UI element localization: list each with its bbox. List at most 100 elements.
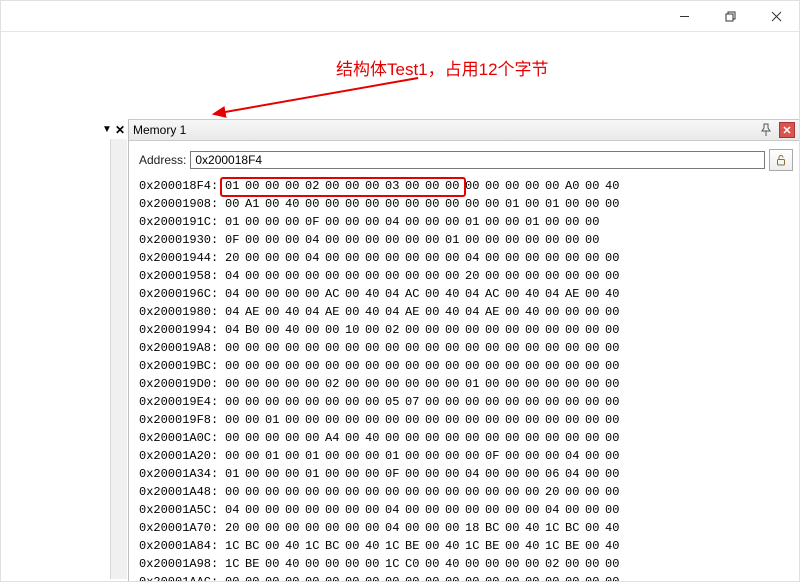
memory-byte: 00 — [402, 231, 422, 249]
memory-byte: 00 — [342, 483, 362, 501]
memory-byte: 40 — [362, 537, 382, 555]
memory-byte: 00 — [362, 573, 382, 581]
memory-byte: 00 — [362, 339, 382, 357]
tool-dropdown-icon[interactable]: ▼ — [102, 123, 112, 137]
annotation-overlay: 结构体Test1，占用12个字节 — [129, 31, 799, 119]
memory-byte: 00 — [562, 357, 582, 375]
memory-byte: 00 — [502, 177, 522, 195]
left-scrollbar[interactable] — [110, 139, 127, 579]
memory-byte: 00 — [582, 447, 602, 465]
memory-byte: 04 — [382, 285, 402, 303]
memory-byte: BE — [402, 537, 422, 555]
memory-byte: 00 — [402, 465, 422, 483]
pin-button[interactable] — [759, 123, 773, 137]
memory-byte: 00 — [262, 537, 282, 555]
memory-byte: 00 — [402, 483, 422, 501]
memory-byte: 00 — [342, 195, 362, 213]
memory-byte: 00 — [402, 447, 422, 465]
minimize-button[interactable] — [661, 1, 707, 31]
memory-byte: 06 — [542, 465, 562, 483]
memory-byte: 00 — [582, 465, 602, 483]
memory-byte: 00 — [602, 375, 622, 393]
memory-byte: 00 — [542, 339, 562, 357]
memory-byte: 00 — [222, 339, 242, 357]
pane-close-button[interactable] — [779, 122, 795, 138]
memory-byte: 00 — [242, 177, 262, 195]
memory-byte: 00 — [282, 375, 302, 393]
memory-row: 0x20001A0C:0000000000A400400000000000000… — [139, 429, 793, 447]
memory-byte: 00 — [582, 285, 602, 303]
memory-byte: 00 — [402, 249, 422, 267]
memory-byte: 00 — [582, 429, 602, 447]
memory-address: 0x20001AAC: — [139, 573, 218, 581]
memory-byte: 00 — [562, 249, 582, 267]
memory-byte: 00 — [602, 411, 622, 429]
memory-byte: 00 — [562, 375, 582, 393]
memory-byte: 00 — [322, 519, 342, 537]
memory-byte: BE — [242, 555, 262, 573]
memory-byte: 00 — [462, 411, 482, 429]
memory-byte: 00 — [362, 393, 382, 411]
memory-row: 0x20001AAC:00000000000000000000000000000… — [139, 573, 793, 581]
lock-button[interactable] — [769, 149, 793, 171]
memory-byte: 00 — [542, 393, 562, 411]
memory-byte: 00 — [402, 429, 422, 447]
memory-row: 0x2000196C:0400000000AC004004AC004004AC0… — [139, 285, 793, 303]
memory-address: 0x200019BC: — [139, 357, 218, 375]
memory-byte: 00 — [342, 375, 362, 393]
memory-byte: 00 — [462, 573, 482, 581]
memory-byte: 01 — [222, 213, 242, 231]
close-icon — [771, 11, 782, 22]
memory-byte: 00 — [242, 339, 262, 357]
memory-byte: 1C — [382, 555, 402, 573]
address-input[interactable] — [190, 151, 765, 169]
memory-byte: 00 — [402, 375, 422, 393]
memory-byte: 00 — [262, 231, 282, 249]
memory-byte: 00 — [482, 555, 502, 573]
memory-byte: 00 — [242, 213, 262, 231]
memory-byte: 00 — [542, 321, 562, 339]
memory-byte: 00 — [302, 573, 322, 581]
memory-byte: 00 — [322, 231, 342, 249]
memory-byte: 00 — [582, 573, 602, 581]
memory-byte: 40 — [282, 303, 302, 321]
memory-byte: 00 — [582, 267, 602, 285]
memory-byte: 40 — [602, 177, 622, 195]
memory-byte: 00 — [342, 447, 362, 465]
app-window: 结构体Test1，占用12个字节 ▼ ✕ Memory 1 — [0, 0, 800, 582]
memory-byte: 01 — [262, 447, 282, 465]
close-window-button[interactable] — [753, 1, 799, 31]
annotation-text: 结构体Test1，占用12个字节 — [336, 55, 549, 80]
memory-byte: 00 — [422, 573, 442, 581]
memory-byte: 00 — [382, 483, 402, 501]
memory-byte: 00 — [482, 177, 502, 195]
memory-byte: 00 — [262, 285, 282, 303]
memory-byte: 00 — [582, 411, 602, 429]
memory-byte: 00 — [322, 321, 342, 339]
memory-byte: 00 — [562, 339, 582, 357]
memory-hex-view[interactable]: 0x200018F4:01000000020000000300000000000… — [129, 177, 799, 581]
memory-byte: 00 — [582, 357, 602, 375]
address-row: Address: — [129, 141, 799, 177]
memory-byte: 00 — [262, 303, 282, 321]
memory-byte: 00 — [322, 195, 342, 213]
memory-byte: 00 — [422, 501, 442, 519]
memory-byte: 00 — [322, 339, 342, 357]
tool-close-icon[interactable]: ✕ — [115, 123, 125, 137]
memory-byte: 00 — [362, 357, 382, 375]
memory-byte: 00 — [402, 267, 422, 285]
memory-byte: 00 — [282, 231, 302, 249]
memory-row: 0x20001A84:1CBC00401CBC00401CBE00401CBE0… — [139, 537, 793, 555]
memory-byte: 00 — [342, 537, 362, 555]
memory-byte: 18 — [462, 519, 482, 537]
restore-button[interactable] — [707, 1, 753, 31]
memory-byte: 00 — [602, 465, 622, 483]
memory-byte: 40 — [362, 285, 382, 303]
memory-byte: 00 — [502, 429, 522, 447]
memory-address: 0x20001A0C: — [139, 429, 218, 447]
memory-byte: 00 — [542, 411, 562, 429]
memory-row: 0x20001A20:000001000100000001000000000F0… — [139, 447, 793, 465]
memory-byte: 00 — [422, 339, 442, 357]
memory-byte: 40 — [282, 537, 302, 555]
memory-byte: 00 — [262, 375, 282, 393]
